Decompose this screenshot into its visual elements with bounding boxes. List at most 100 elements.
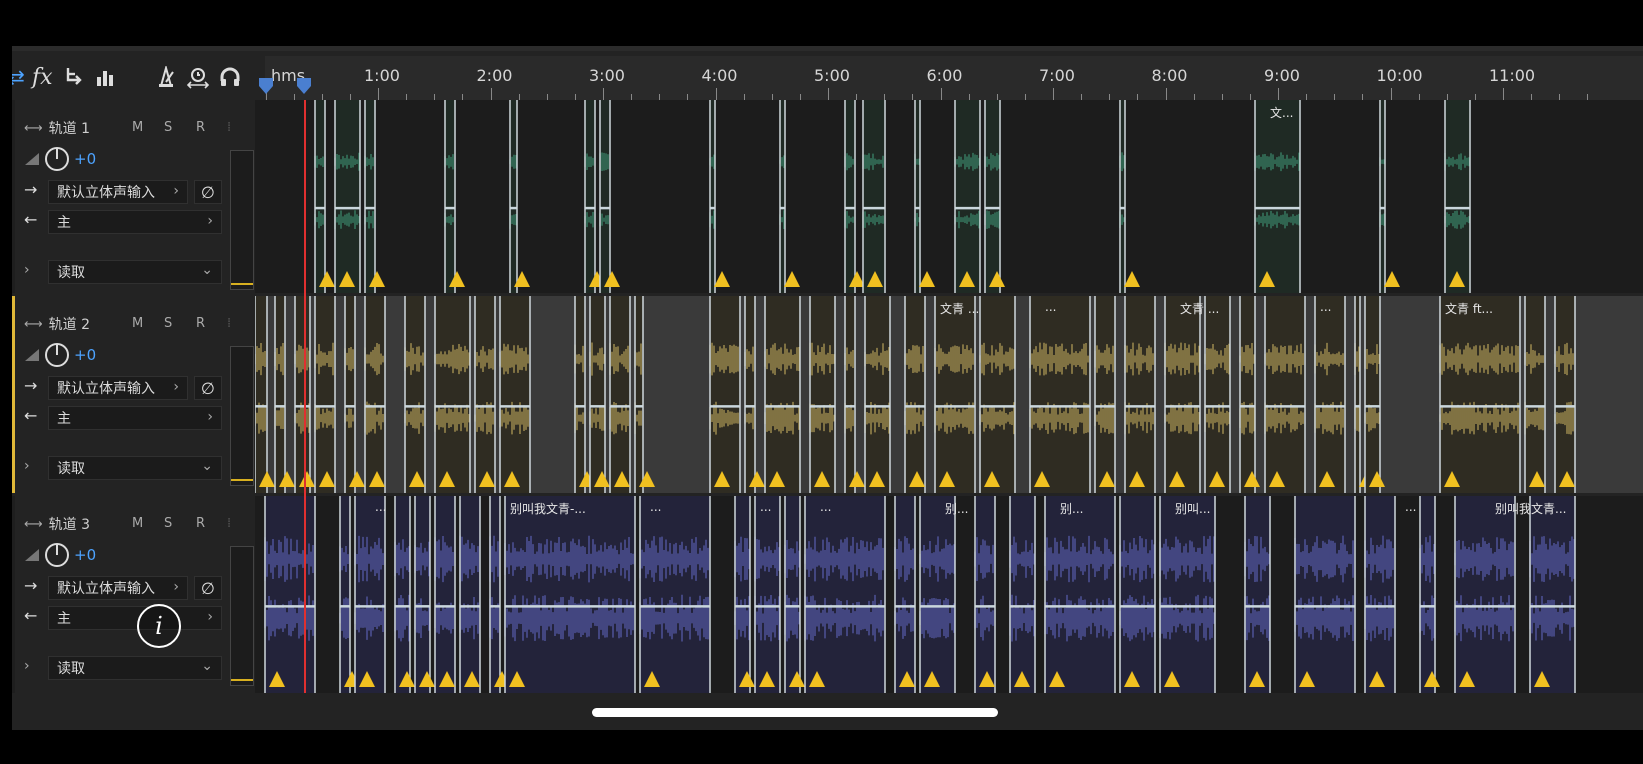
audio-clip[interactable]	[334, 100, 361, 293]
audio-clip[interactable]	[404, 296, 426, 493]
audio-clip[interactable]	[1554, 296, 1576, 493]
clip-label[interactable]: ...	[1405, 500, 1416, 514]
solo-button[interactable]: S	[164, 120, 172, 135]
audio-clip[interactable]	[434, 496, 456, 693]
audio-clip[interactable]	[459, 496, 481, 693]
automation-mode-select[interactable]: 读取 ⌄	[48, 456, 222, 480]
audio-clip[interactable]	[919, 496, 956, 693]
clip-label[interactable]: 文青 ...	[940, 300, 979, 317]
audio-clip[interactable]	[499, 296, 531, 493]
audio-clip[interactable]	[1124, 296, 1156, 493]
phase-invert-button[interactable]: ∅	[194, 180, 222, 204]
audio-clip[interactable]	[1314, 296, 1346, 493]
audio-clip[interactable]	[804, 496, 886, 693]
audio-clip[interactable]	[954, 100, 981, 293]
track-waveform-area[interactable]	[255, 100, 1643, 293]
record-arm-button[interactable]: R	[196, 516, 205, 531]
expand-icon[interactable]: ›	[24, 658, 30, 674]
input-monitor-button[interactable]: ⁞	[227, 316, 231, 331]
audio-clip[interactable]	[1254, 100, 1301, 293]
expand-icon[interactable]: ›	[24, 262, 30, 278]
audio-clip[interactable]	[504, 496, 636, 693]
mute-button[interactable]: M	[132, 316, 143, 331]
audio-clip[interactable]	[709, 296, 741, 493]
metronome-icon[interactable]	[154, 62, 178, 92]
record-arm-button[interactable]: R	[196, 316, 205, 331]
audio-clip[interactable]	[1204, 296, 1231, 493]
audio-clip[interactable]	[1264, 296, 1306, 493]
clip-label[interactable]: ...	[1045, 300, 1056, 314]
track-lane[interactable]: 文...	[255, 100, 1643, 293]
clip-label[interactable]: ...	[650, 500, 661, 514]
clip-label[interactable]: 文青 ft...	[1445, 300, 1493, 317]
audio-clip[interactable]	[354, 496, 386, 693]
mute-button[interactable]: M	[132, 516, 143, 531]
clip-label[interactable]: 别叫...	[1175, 500, 1210, 517]
track-name[interactable]: 轨道 1	[49, 118, 90, 138]
clip-label[interactable]: ...	[1320, 300, 1331, 314]
audio-clip[interactable]	[314, 296, 336, 493]
in-marker-icon[interactable]	[257, 78, 275, 96]
phase-invert-button[interactable]: ∅	[194, 376, 222, 400]
track-drag-icon[interactable]: ⟷	[24, 121, 43, 136]
track-waveform-area[interactable]	[255, 296, 1643, 493]
track-name[interactable]: 轨道 2	[49, 314, 90, 334]
audio-clip[interactable]	[1244, 496, 1271, 693]
audio-clip[interactable]	[1094, 296, 1116, 493]
audio-clip[interactable]	[1444, 100, 1471, 293]
clip-label[interactable]: 文...	[1270, 104, 1293, 121]
track-lane[interactable]: ... 别叫我文青-............ 别... 别... 别叫...... 别叫我…	[255, 496, 1643, 693]
audio-clip[interactable]	[809, 296, 836, 493]
output-select[interactable]: 默认立体声输入 ›	[48, 180, 188, 204]
loop-icon[interactable]: ⇄	[12, 62, 25, 92]
clip-label[interactable]: ...	[760, 500, 771, 514]
audio-clip[interactable]	[754, 496, 781, 693]
audio-clip[interactable]	[904, 296, 926, 493]
bus-select[interactable]: 主 ›	[48, 406, 222, 430]
audio-clip[interactable]	[364, 296, 386, 493]
audio-clip[interactable]	[1029, 296, 1091, 493]
volume-knob[interactable]	[44, 146, 70, 172]
audio-clip[interactable]	[609, 296, 631, 493]
input-monitor-button[interactable]: ⁞	[227, 120, 231, 135]
send-icon[interactable]	[64, 62, 86, 92]
playhead-line[interactable]	[304, 100, 306, 693]
bus-select[interactable]: 主 ›	[48, 210, 222, 234]
volume-knob[interactable]	[44, 342, 70, 368]
audio-clip[interactable]	[934, 296, 976, 493]
track-drag-icon[interactable]: ⟷	[24, 517, 43, 532]
audio-clip[interactable]	[1164, 296, 1201, 493]
audio-clip[interactable]	[1159, 496, 1216, 693]
clip-label[interactable]: 文青 ...	[1180, 300, 1219, 317]
audio-clip[interactable]	[862, 100, 886, 293]
audio-clip[interactable]	[864, 296, 891, 493]
phase-invert-button[interactable]: ∅	[194, 576, 222, 600]
audio-clip[interactable]	[1119, 496, 1156, 693]
fx-icon[interactable]: fx	[32, 62, 53, 92]
audio-clip[interactable]	[1454, 496, 1516, 693]
output-select[interactable]: 默认立体声输入 ›	[48, 376, 188, 400]
clip-label[interactable]: 别...	[945, 500, 968, 517]
track-lane[interactable]: 文青 ...... 文青 ...... 文青 ft...	[255, 296, 1643, 493]
automation-mode-select[interactable]: 读取 ⌄	[48, 656, 222, 680]
audio-clip[interactable]	[434, 296, 471, 493]
clip-label[interactable]: ...	[375, 500, 386, 514]
audio-clip[interactable]	[1044, 496, 1116, 693]
audio-clip[interactable]	[1529, 496, 1576, 693]
headphones-icon[interactable]	[218, 62, 242, 92]
clip-label[interactable]: 别...	[1060, 500, 1083, 517]
playhead-marker-icon[interactable]	[295, 78, 313, 96]
audio-clip[interactable]	[894, 496, 916, 693]
output-select[interactable]: 默认立体声输入 ›	[48, 576, 188, 600]
audio-clip[interactable]	[639, 496, 711, 693]
audio-clip[interactable]	[1524, 296, 1546, 493]
timer-icon[interactable]	[186, 62, 210, 92]
volume-knob[interactable]	[44, 542, 70, 568]
solo-button[interactable]: S	[164, 516, 172, 531]
audio-clip[interactable]	[1439, 296, 1521, 493]
clip-label[interactable]: 别叫我文青...	[1495, 500, 1566, 517]
home-indicator[interactable]	[592, 708, 998, 717]
track-waveform-area[interactable]	[255, 496, 1643, 693]
eq-icon[interactable]	[94, 62, 116, 92]
clip-label[interactable]: ...	[820, 500, 831, 514]
